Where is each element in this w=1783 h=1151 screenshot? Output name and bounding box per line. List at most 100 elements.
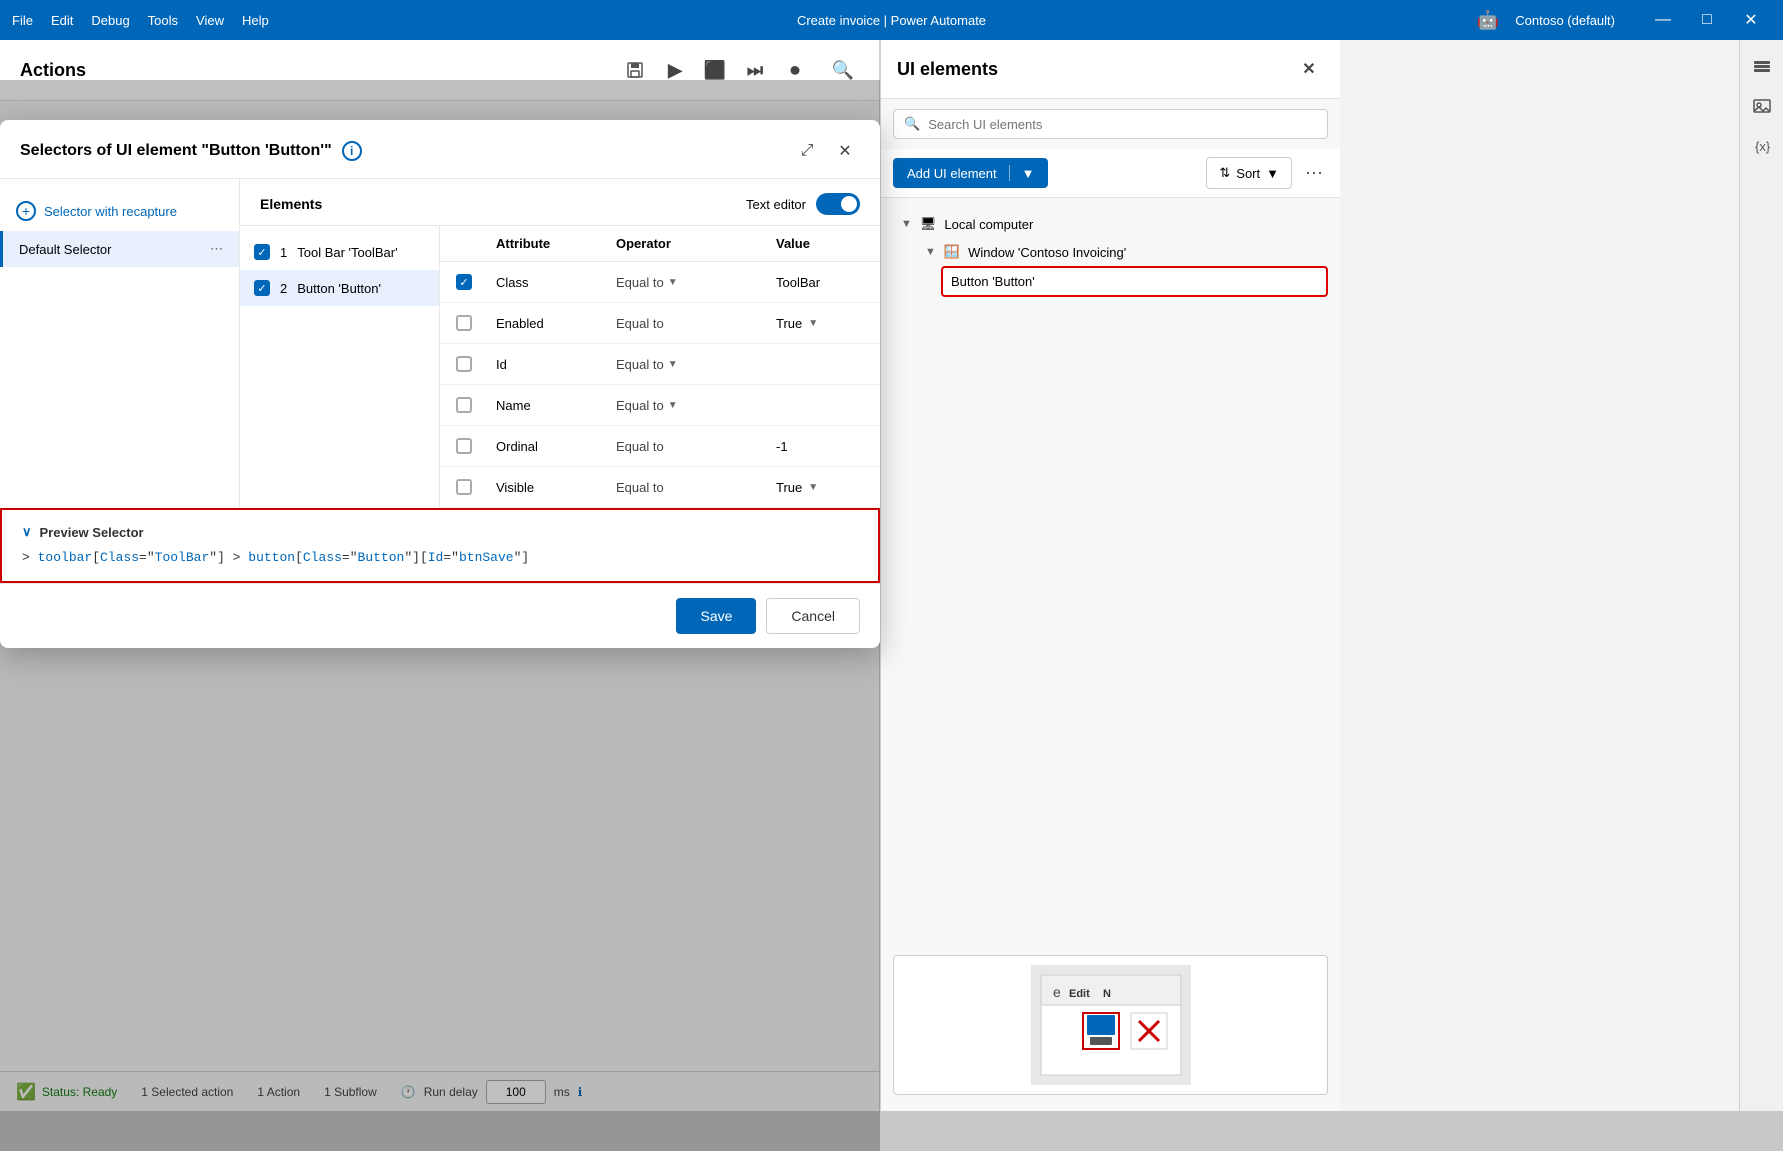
info-button[interactable]: i bbox=[342, 141, 362, 161]
attr-checkbox-ordinal[interactable] bbox=[456, 438, 472, 454]
element-item-2[interactable]: ✓ 2 Button 'Button' bbox=[240, 270, 439, 306]
menu-bar[interactable]: File Edit Debug Tools View Help bbox=[12, 13, 269, 28]
dialog-header-controls: ⤢ ✕ bbox=[792, 136, 860, 166]
attr-checkbox-enabled[interactable] bbox=[456, 315, 472, 331]
dialog-close-button[interactable]: ✕ bbox=[830, 136, 860, 166]
preview-header[interactable]: ∨ Preview Selector bbox=[22, 524, 858, 540]
account-name: Contoso (default) bbox=[1515, 13, 1615, 28]
cancel-button[interactable]: Cancel bbox=[766, 598, 860, 634]
attr-name-visible: Visible bbox=[496, 480, 616, 495]
attr-name-name: Name bbox=[496, 398, 616, 413]
attr-value-class: ToolBar bbox=[776, 275, 864, 290]
attr-row-name: Name Equal to ▼ bbox=[440, 385, 880, 426]
attr-col-operator: Operator bbox=[616, 236, 776, 251]
add-icon: + bbox=[16, 201, 36, 221]
menu-edit[interactable]: Edit bbox=[51, 13, 73, 28]
attr-checkbox-visible[interactable] bbox=[456, 479, 472, 495]
attr-name-ordinal: Ordinal bbox=[496, 439, 616, 454]
expand-button[interactable]: ⤢ bbox=[792, 136, 822, 166]
side-icons-bar: {x} bbox=[1739, 40, 1783, 1111]
attr-checkbox-id[interactable] bbox=[456, 356, 472, 372]
sort-area: ⇅ Sort ▼ ⋯ bbox=[1206, 157, 1328, 189]
sort-button[interactable]: ⇅ Sort ▼ bbox=[1206, 157, 1292, 189]
attr-row-class: ✓ Class Equal to ▼ ToolBar bbox=[440, 262, 880, 303]
element-index-2: 2 bbox=[280, 281, 287, 296]
search-box[interactable]: 🔍 bbox=[893, 109, 1328, 139]
element-item-1[interactable]: ✓ 1 Tool Bar 'ToolBar' bbox=[240, 234, 439, 270]
layers-icon-button[interactable] bbox=[1744, 48, 1780, 84]
text-editor-switch[interactable] bbox=[816, 193, 860, 215]
menu-debug[interactable]: Debug bbox=[91, 13, 129, 28]
svg-text:e: e bbox=[1053, 984, 1061, 1000]
menu-tools[interactable]: Tools bbox=[148, 13, 178, 28]
attr-table-header: Attribute Operator Value bbox=[440, 226, 880, 262]
elements-title: Elements bbox=[260, 196, 322, 212]
selector-more-icon[interactable]: ⋯ bbox=[210, 241, 223, 257]
attr-row-visible: Visible Equal to True ▼ bbox=[440, 467, 880, 508]
preview-button: button bbox=[248, 550, 295, 565]
sort-icon: ⇅ bbox=[1219, 165, 1230, 181]
menu-file[interactable]: File bbox=[12, 13, 33, 28]
local-computer-item[interactable]: ▼ 🖥 Local computer bbox=[893, 210, 1328, 238]
window-chevron: ▼ bbox=[925, 246, 936, 258]
attr-row-id: Id Equal to ▼ bbox=[440, 344, 880, 385]
preview-toolbar: toolbar bbox=[38, 550, 93, 565]
maximize-button[interactable]: □ bbox=[1687, 0, 1727, 40]
window-item[interactable]: ▼ 🪟 Window 'Contoso Invoicing' bbox=[917, 238, 1328, 266]
window-icon: 🪟 bbox=[944, 244, 960, 260]
window-title: Create invoice | Power Automate bbox=[797, 13, 986, 28]
ui-elements-header: UI elements ✕ bbox=[881, 40, 1340, 99]
attr-checkbox-class[interactable]: ✓ bbox=[456, 274, 472, 290]
default-selector-item[interactable]: Default Selector ⋯ bbox=[0, 231, 239, 267]
save-button[interactable]: Save bbox=[676, 598, 756, 634]
local-computer-label: Local computer bbox=[944, 217, 1033, 232]
ui-elements-header-controls: ✕ bbox=[1294, 54, 1324, 84]
ui-elements-header-left: UI elements bbox=[897, 59, 998, 80]
element-checkbox-1[interactable]: ✓ bbox=[254, 244, 270, 260]
element-checkbox-2[interactable]: ✓ bbox=[254, 280, 270, 296]
elements-section: ✓ 1 Tool Bar 'ToolBar' ✓ 2 Button 'Butto… bbox=[240, 226, 880, 508]
search-input[interactable] bbox=[928, 117, 1317, 132]
add-selector-button[interactable]: + Selector with recapture bbox=[0, 191, 239, 231]
thumbnail-svg: e Edit N bbox=[1031, 965, 1191, 1085]
attr-checkbox-name[interactable] bbox=[456, 397, 472, 413]
attr-name-class: Class bbox=[496, 275, 616, 290]
button-label: Button 'Button' bbox=[951, 274, 1035, 289]
menu-help[interactable]: Help bbox=[242, 13, 269, 28]
selectors-dialog: Selectors of UI element "Button 'Button'… bbox=[0, 120, 880, 648]
add-ui-element-button[interactable]: Add UI element ▼ bbox=[893, 158, 1048, 188]
add-ui-chevron-icon[interactable]: ▼ bbox=[1022, 166, 1035, 181]
actions-title: Actions bbox=[20, 60, 86, 81]
default-selector-label: Default Selector bbox=[19, 242, 112, 257]
braces-icon-button[interactable]: {x} bbox=[1744, 128, 1780, 164]
attr-operator-visible[interactable]: Equal to bbox=[616, 480, 776, 495]
ui-elements-close-button[interactable]: ✕ bbox=[1294, 54, 1324, 84]
attr-operator-name[interactable]: Equal to ▼ bbox=[616, 398, 776, 413]
close-button[interactable]: ✕ bbox=[1731, 0, 1771, 40]
attr-operator-enabled[interactable]: Equal to bbox=[616, 316, 776, 331]
minimize-button[interactable]: — bbox=[1643, 0, 1683, 40]
title-bar-right: 🤖 Contoso (default) — □ ✕ bbox=[1477, 0, 1771, 40]
preview-q1: "] bbox=[209, 550, 225, 565]
attr-operator-class[interactable]: Equal to ▼ bbox=[616, 275, 776, 290]
preview-code: > toolbar[Class="ToolBar"] > button[Clas… bbox=[22, 550, 858, 565]
menu-view[interactable]: View bbox=[196, 13, 224, 28]
add-ui-divider bbox=[1009, 165, 1010, 181]
button-item[interactable]: Button 'Button' bbox=[941, 266, 1328, 297]
window-controls[interactable]: — □ ✕ bbox=[1643, 0, 1771, 40]
preview-attr1-name: Class bbox=[100, 550, 139, 565]
svg-text:{x}: {x} bbox=[1755, 139, 1771, 154]
ui-elements-panel: UI elements ✕ 🔍 Add UI element ▼ ⇅ S bbox=[880, 40, 1340, 1111]
more-options-button[interactable]: ⋯ bbox=[1300, 159, 1328, 187]
attr-operator-id[interactable]: Equal to ▼ bbox=[616, 357, 776, 372]
preview-attr2-val: Button bbox=[358, 550, 405, 565]
add-selector-label: Selector with recapture bbox=[44, 204, 177, 219]
dialog-sidebar: + Selector with recapture Default Select… bbox=[0, 179, 240, 508]
account-icon: 🤖 bbox=[1477, 10, 1499, 31]
elements-list: ✓ 1 Tool Bar 'ToolBar' ✓ 2 Button 'Butto… bbox=[240, 226, 440, 508]
preview-title: Preview Selector bbox=[40, 525, 144, 540]
image-icon-button[interactable] bbox=[1744, 88, 1780, 124]
attr-operator-ordinal[interactable]: Equal to bbox=[616, 439, 776, 454]
computer-icon: 🖥 bbox=[920, 216, 937, 232]
element-label-2: Button 'Button' bbox=[297, 281, 381, 296]
